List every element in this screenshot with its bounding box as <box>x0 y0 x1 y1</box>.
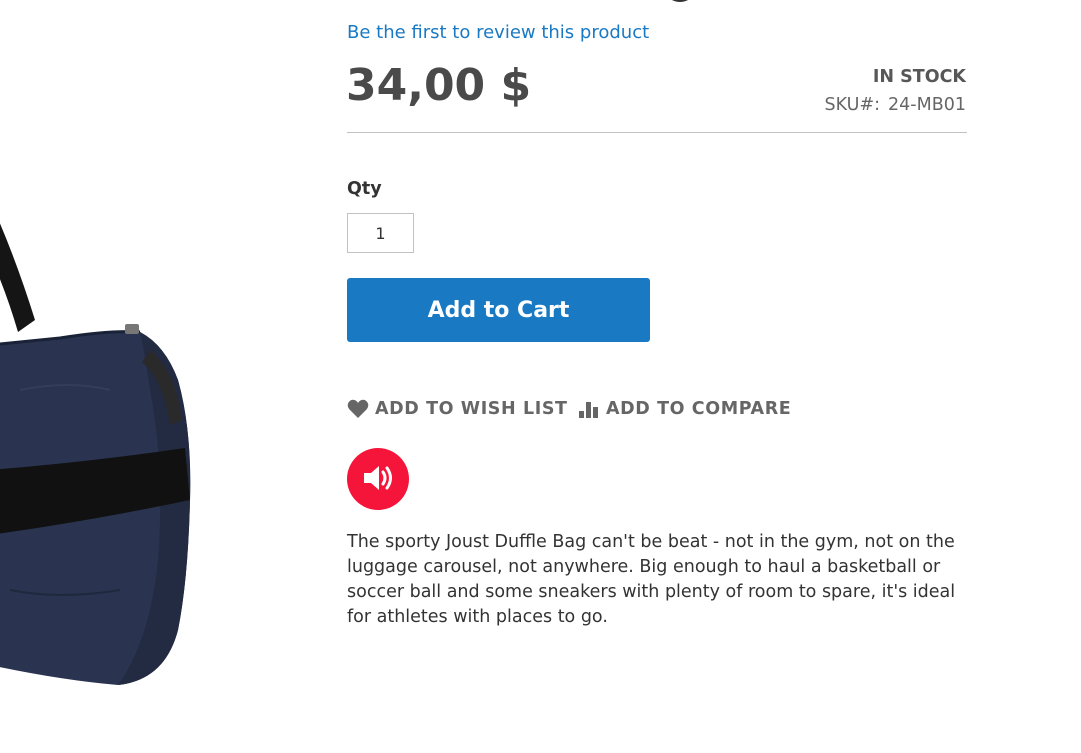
stock-status: IN STOCK <box>872 67 966 87</box>
bar-chart-icon <box>578 399 600 419</box>
product-image[interactable] <box>0 0 300 753</box>
qty-input[interactable] <box>347 213 414 253</box>
sku-value: 24-MB01 <box>888 95 966 115</box>
speaker-icon <box>362 463 394 496</box>
read-aloud-button[interactable] <box>347 448 409 510</box>
add-to-wishlist-link[interactable]: ADD TO WISH LIST <box>347 399 568 419</box>
product-description: The sporty Joust Duffle Bag can't be bea… <box>347 532 956 627</box>
product-sku: SKU#: 24-MB01 <box>825 95 966 115</box>
qty-label: Qty <box>347 179 382 199</box>
wishlist-label: ADD TO WISH LIST <box>375 399 568 419</box>
add-to-compare-link[interactable]: ADD TO COMPARE <box>578 399 791 419</box>
sku-label: SKU#: <box>824 95 881 115</box>
heart-icon <box>347 399 369 419</box>
product-price: 34,00 $ <box>346 60 532 111</box>
compare-label: ADD TO COMPARE <box>606 399 792 419</box>
duffle-bag-image <box>0 223 191 685</box>
divider <box>347 132 967 133</box>
add-to-cart-button[interactable]: Add to Cart <box>347 278 650 342</box>
product-page: Be the first to review this product 34,0… <box>0 0 1081 753</box>
review-link[interactable]: Be the first to review this product <box>347 22 649 43</box>
product-title-fragment <box>660 0 700 4</box>
